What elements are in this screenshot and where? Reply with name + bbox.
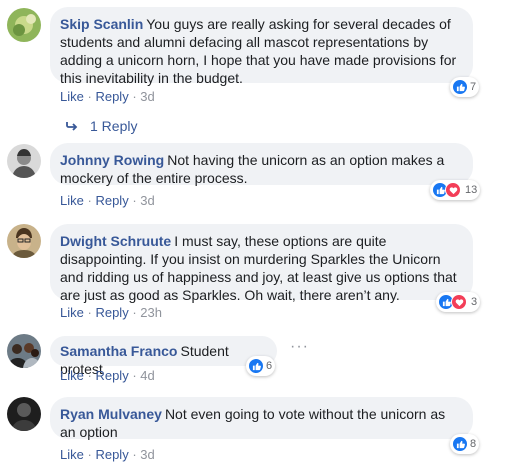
timestamp[interactable]: 4d — [140, 368, 154, 383]
comment-author[interactable]: Samantha Franco — [60, 343, 177, 359]
reaction-count: 3 — [471, 296, 478, 308]
separator: · — [87, 193, 92, 208]
reply-link[interactable]: Reply — [95, 305, 128, 320]
avatar[interactable] — [7, 144, 41, 178]
separator: · — [87, 368, 92, 383]
comment-actions: Like · Reply · 3d — [60, 193, 155, 209]
timestamp[interactable]: 3d — [140, 89, 154, 104]
like-link[interactable]: Like — [60, 447, 84, 462]
separator: · — [87, 305, 92, 320]
like-link[interactable]: Like — [60, 193, 84, 208]
reaction-count: 7 — [470, 81, 477, 93]
like-link[interactable]: Like — [60, 89, 84, 104]
reaction-summary[interactable]: 7 — [450, 77, 480, 97]
replies-count-label[interactable]: 1 Reply — [90, 117, 137, 135]
like-reaction-icon — [452, 79, 468, 95]
reaction-summary[interactable]: 13 — [430, 180, 481, 200]
comment-author[interactable]: Johnny Rowing — [60, 152, 164, 168]
love-reaction-icon — [445, 182, 461, 198]
comment-actions: Like · Reply · 3d — [60, 447, 155, 463]
reaction-count: 13 — [465, 184, 478, 196]
separator: · — [132, 447, 137, 462]
separator: · — [87, 89, 92, 104]
comment-bubble: Johnny Rowing Not having the unicorn as a… — [50, 143, 473, 186]
reply-arrow-icon — [66, 117, 78, 135]
separator: · — [132, 193, 137, 208]
separator: · — [132, 368, 137, 383]
timestamp[interactable]: 3d — [140, 193, 154, 208]
reply-link[interactable]: Reply — [95, 368, 128, 383]
separator: · — [87, 447, 92, 462]
timestamp[interactable]: 23h — [140, 305, 162, 320]
love-reaction-icon — [451, 294, 467, 310]
separator: · — [132, 305, 137, 320]
more-options-icon[interactable]: ··· — [290, 338, 309, 356]
avatar[interactable] — [7, 224, 41, 258]
avatar[interactable] — [7, 397, 41, 431]
comment-bubble: Ryan Mulvaney Not even going to vote with… — [50, 397, 473, 440]
reaction-summary[interactable]: 6 — [246, 356, 276, 376]
like-reaction-icon — [248, 358, 264, 374]
comment-actions: Like · Reply · 4d — [60, 368, 155, 384]
reaction-count: 8 — [470, 438, 477, 450]
comment-actions: Like · Reply · 3d — [60, 89, 155, 105]
reaction-count: 6 — [266, 360, 273, 372]
comment-author[interactable]: Dwight Schruute — [60, 233, 171, 249]
comment-author[interactable]: Ryan Mulvaney — [60, 406, 162, 422]
reaction-summary[interactable]: 8 — [450, 434, 480, 454]
reply-link[interactable]: Reply — [95, 89, 128, 104]
comment-bubble: Skip Scanlin You guys are really asking f… — [50, 7, 473, 86]
avatar[interactable] — [7, 8, 41, 42]
reply-link[interactable]: Reply — [95, 193, 128, 208]
comment-actions: Like · Reply · 23h — [60, 305, 162, 321]
timestamp[interactable]: 3d — [140, 447, 154, 462]
reaction-summary[interactable]: 3 — [436, 292, 481, 312]
comment-bubble: Samantha Franco Student protest — [50, 336, 277, 377]
like-link[interactable]: Like — [60, 305, 84, 320]
separator: · — [132, 89, 137, 104]
view-replies-link[interactable]: 1 Reply — [66, 117, 137, 135]
comment-author[interactable]: Skip Scanlin — [60, 16, 143, 32]
like-reaction-icon — [452, 436, 468, 452]
comment-bubble: Dwight Schruute I must say, these options… — [50, 224, 473, 303]
avatar[interactable] — [7, 334, 41, 368]
reply-link[interactable]: Reply — [95, 447, 128, 462]
like-link[interactable]: Like — [60, 368, 84, 383]
